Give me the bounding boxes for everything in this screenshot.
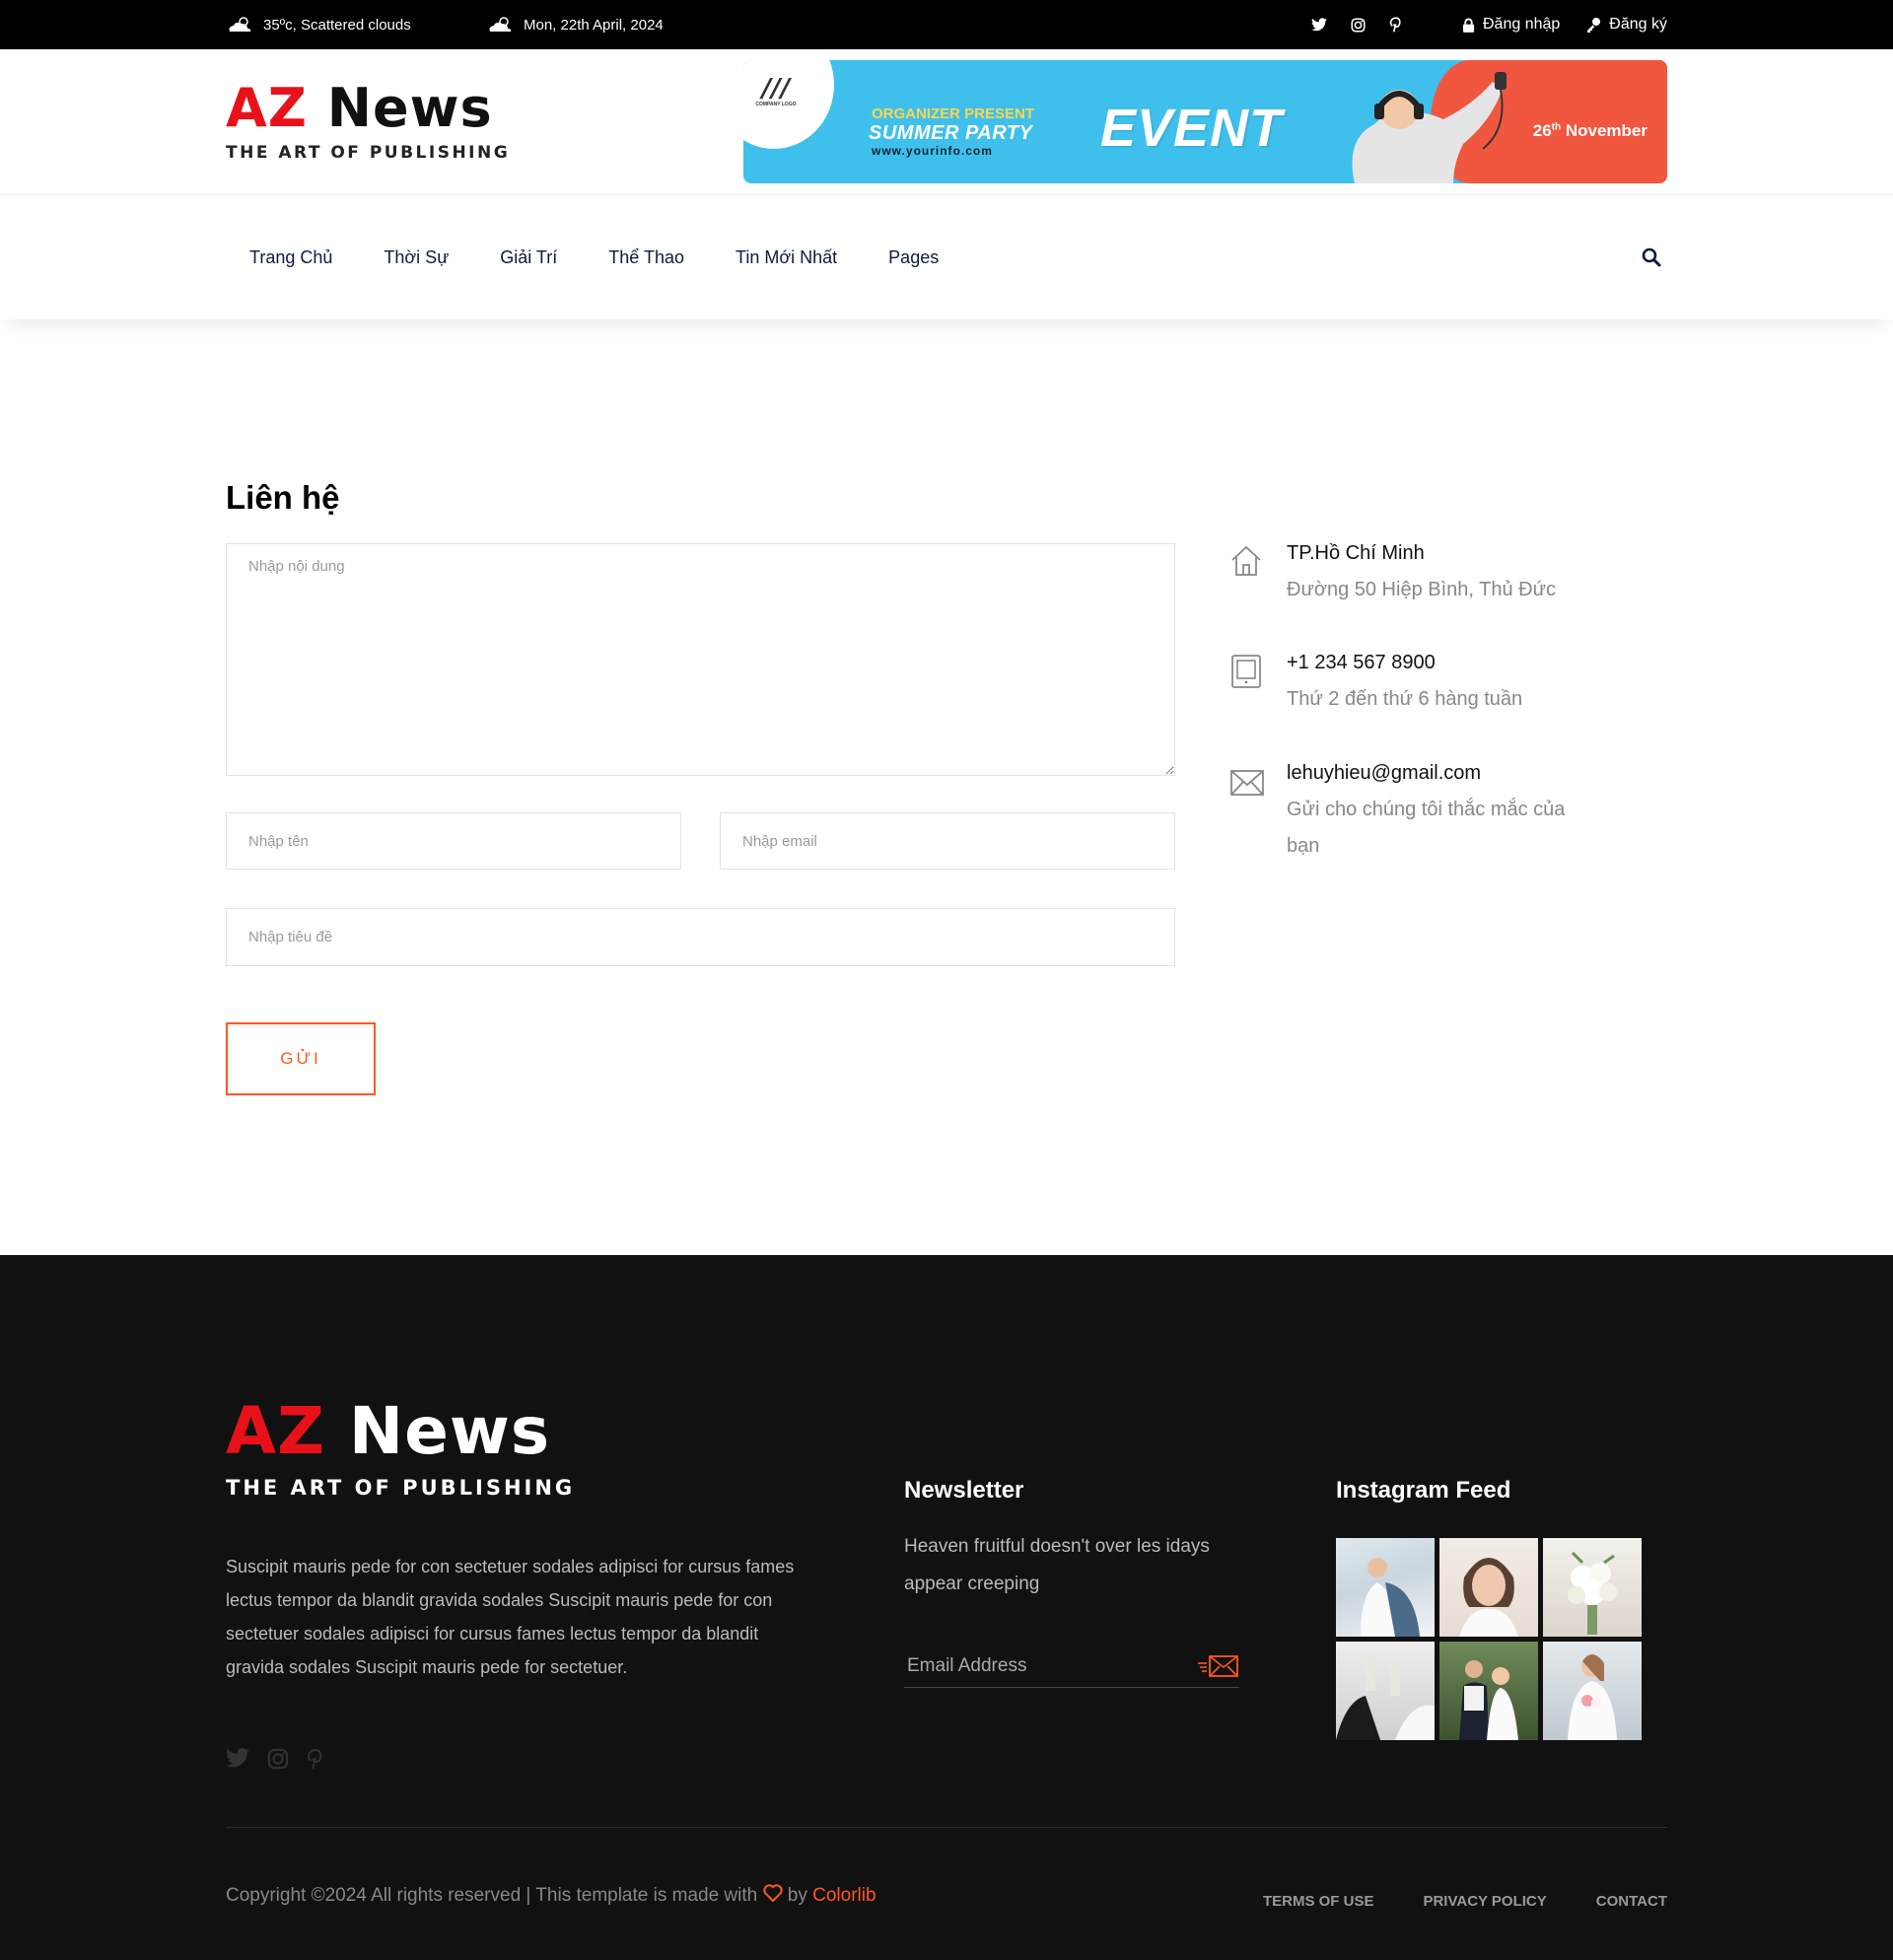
main-nav: Trang Chủ Thời Sự Giải Trí Thể Thao Tin …: [0, 195, 1893, 319]
privacy-link[interactable]: PRIVACY POLICY: [1423, 1893, 1546, 1910]
banner-date: 26th November: [1533, 121, 1648, 141]
footer-logo-news: News: [348, 1393, 551, 1469]
cloud-sun-icon: [489, 17, 512, 32]
instagram-title: Instagram Feed: [1336, 1477, 1511, 1504]
copyright-by: by: [787, 1885, 807, 1906]
newsletter-text: Heaven fruitful doesn't over les idays a…: [904, 1536, 1210, 1594]
logo-wordmark: AZ News: [226, 82, 510, 135]
register-link[interactable]: Đăng ký: [1585, 16, 1667, 34]
colorlib-link[interactable]: Colorlib: [812, 1885, 876, 1906]
weather-text: 35ºc, Scattered clouds: [263, 16, 411, 34]
dj-person-image: [1352, 71, 1507, 183]
company-logo-mark: ///: [761, 73, 791, 104]
banner-event: EVENT: [1100, 98, 1284, 158]
instagram-photo[interactable]: [1543, 1642, 1642, 1740]
instagram-photo[interactable]: [1336, 1642, 1435, 1740]
subject-input[interactable]: [226, 908, 1175, 966]
company-logo-text: COMPANY LOGO: [755, 101, 797, 107]
login-link[interactable]: Đăng nhập: [1462, 16, 1560, 34]
send-mail-icon[interactable]: [1196, 1653, 1239, 1679]
nav-item-trang-chu[interactable]: Trang Chủ: [249, 247, 332, 268]
message-textarea[interactable]: [226, 543, 1175, 776]
instagram-icon[interactable]: [267, 1748, 289, 1770]
banner-party: SUMMER PARTY: [869, 121, 1033, 144]
instagram-photo[interactable]: [1543, 1538, 1642, 1637]
banner-date-suffix: th: [1551, 120, 1562, 132]
send-button[interactable]: GỬI: [226, 1022, 376, 1095]
address-title: TP.Hồ Chí Minh: [1287, 542, 1425, 564]
site-logo[interactable]: AZ News THE ART OF PUBLISHING: [226, 82, 511, 164]
banner-url: www.yourinfo.com: [872, 143, 993, 158]
logo-tagline: THE ART OF PUBLISHING: [226, 143, 511, 163]
nav-list: Trang Chủ Thời Sự Giải Trí Thể Thao Tin …: [249, 247, 990, 268]
email-input[interactable]: [720, 812, 1175, 870]
newsletter-title: Newsletter: [904, 1477, 1024, 1504]
phone-desc: Thứ 2 đến thứ 6 hàng tuần: [1287, 688, 1523, 710]
instagram-photo[interactable]: [1439, 1538, 1538, 1637]
pinterest-icon[interactable]: [1389, 17, 1401, 33]
footer-social-links: [226, 1748, 322, 1770]
newsletter-email-input[interactable]: [904, 1654, 1160, 1677]
tablet-icon: [1231, 655, 1261, 688]
nav-item-tin-moi-nhat[interactable]: Tin Mới Nhất: [736, 247, 837, 268]
phone-title: +1 234 567 8900: [1287, 652, 1436, 673]
ad-banner[interactable]: /// COMPANY LOGO ORGANIZER PRESENT SUMME…: [743, 59, 1667, 183]
terms-link[interactable]: TERMS OF USE: [1263, 1893, 1374, 1910]
instagram-grid: [1336, 1538, 1642, 1740]
twitter-icon[interactable]: [226, 1748, 249, 1768]
mail-icon: [1230, 770, 1264, 796]
footer-newsletter: Newsletter Heaven fruitful doesn't over …: [904, 1477, 1239, 1688]
footer-divider: [226, 1827, 1667, 1828]
footer-logo[interactable]: AZ News THE ART OF PUBLISHING: [226, 1399, 576, 1501]
email-desc: Gửi cho chúng tôi thắc mắc của bạn: [1287, 799, 1566, 857]
banner-date-day: 26: [1532, 120, 1552, 140]
top-social-links: [1311, 17, 1401, 33]
nav-item-pages[interactable]: Pages: [888, 247, 939, 268]
search-icon[interactable]: [1642, 247, 1661, 267]
banner-company-logo: /// COMPANY LOGO: [751, 76, 801, 107]
site-footer: AZ News THE ART OF PUBLISHING Suscipit m…: [0, 1255, 1893, 1960]
email-title: lehuyhieu@gmail.com: [1287, 762, 1482, 784]
contact-link[interactable]: CONTACT: [1596, 1893, 1667, 1910]
date-text: Mon, 22th April, 2024: [524, 16, 664, 34]
cloud-sun-icon: [229, 17, 251, 32]
address-desc: Đường 50 Hiệp Bình, Thủ Đức: [1287, 579, 1556, 600]
weather-info: 35ºc, Scattered clouds: [226, 16, 486, 34]
banner-organizer: ORGANIZER PRESENT: [872, 105, 1035, 122]
twitter-icon[interactable]: [1311, 18, 1327, 32]
banner-date-month: November: [1565, 120, 1648, 140]
nav-item-giai-tri[interactable]: Giải Trí: [500, 247, 557, 268]
nav-item-thoi-su[interactable]: Thời Sự: [384, 247, 449, 268]
heart-icon: [762, 1884, 783, 1903]
copyright-prefix: Copyright ©2024 All rights reserved | Th…: [226, 1885, 758, 1906]
footer-instagram: Instagram Feed: [1336, 1477, 1642, 1740]
footer-logo-wordmark: AZ News: [226, 1399, 575, 1464]
login-label: Đăng nhập: [1483, 16, 1561, 33]
footer-about-text: Suscipit mauris pede for con sectetuer s…: [226, 1557, 795, 1677]
name-input[interactable]: [226, 812, 681, 870]
instagram-icon[interactable]: [1351, 17, 1366, 33]
top-bar: 35ºc, Scattered clouds Mon, 22th April, …: [0, 0, 1893, 49]
home-icon: [1231, 545, 1261, 576]
auth-links: Đăng nhập Đăng ký: [1462, 16, 1667, 34]
nav-item-the-thao[interactable]: Thể Thao: [608, 247, 684, 268]
footer-links: TERMS OF USE PRIVACY POLICY CONTACT: [1263, 1893, 1667, 1910]
instagram-photo[interactable]: [1336, 1538, 1435, 1637]
footer-logo-tagline: THE ART OF PUBLISHING: [226, 1476, 576, 1500]
instagram-photo[interactable]: [1439, 1642, 1538, 1740]
register-label: Đăng ký: [1609, 16, 1667, 33]
copyright-text: Copyright ©2024 All rights reserved | Th…: [226, 1884, 876, 1907]
newsletter-form: [904, 1645, 1239, 1688]
lock-icon: [1462, 18, 1475, 33]
logo-az: AZ: [226, 77, 308, 139]
page-title: Liên hệ: [226, 479, 340, 516]
site-header: AZ News THE ART OF PUBLISHING /// COMPAN…: [0, 49, 1893, 195]
date-info: Mon, 22th April, 2024: [486, 16, 664, 34]
footer-logo-az: AZ: [226, 1393, 325, 1469]
logo-news: News: [326, 77, 493, 139]
contact-section: Liên hệ GỬI TP.Hồ Chí Minh Đường 50 Hiệp…: [0, 319, 1893, 1255]
key-icon: [1587, 18, 1601, 33]
pinterest-icon[interactable]: [307, 1748, 322, 1770]
